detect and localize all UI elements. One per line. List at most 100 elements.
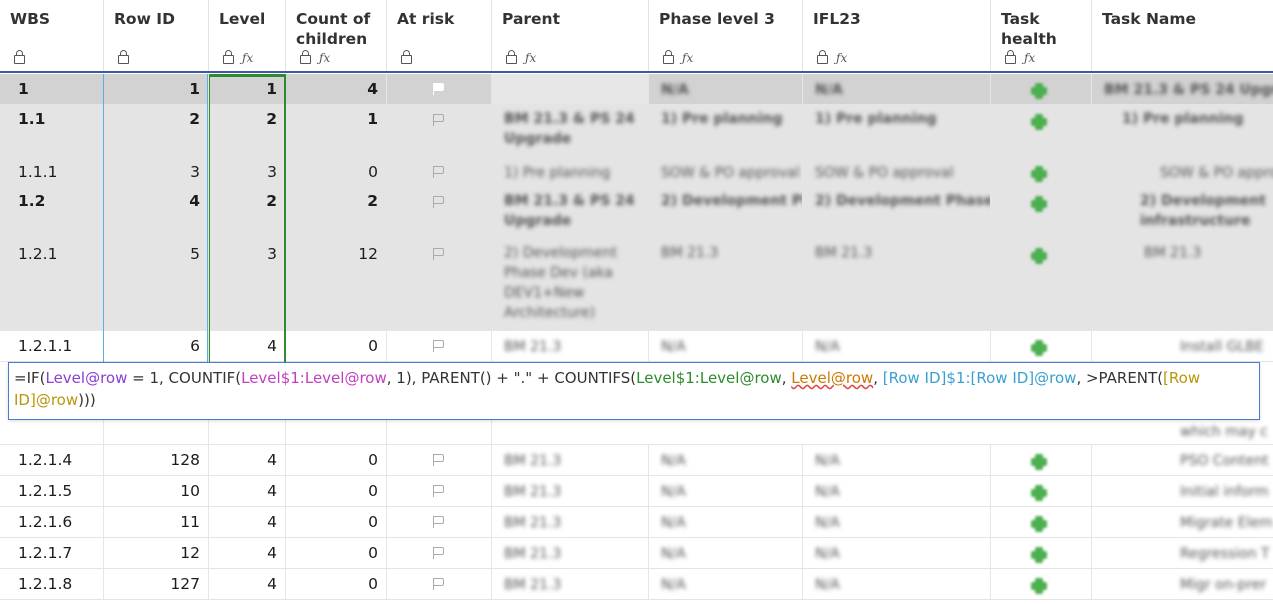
table-row[interactable]: 1.2.1.5 10 4 0 BM 21.3 N/A N/A Initial i… bbox=[0, 476, 1273, 507]
level-cell[interactable]: 1 bbox=[209, 74, 286, 104]
wbs-cell[interactable]: 1.1.1 bbox=[0, 157, 104, 186]
phase-cell[interactable]: 2) Development Phase bbox=[649, 187, 803, 238]
table-row[interactable]: 1.2.1.8 127 4 0 BM 21.3 N/A N/A Migr on-… bbox=[0, 569, 1273, 600]
table-row[interactable]: 1.2.1.6 11 4 0 BM 21.3 N/A N/A Migrate E… bbox=[0, 507, 1273, 538]
health-cell[interactable] bbox=[991, 157, 1092, 186]
table-row[interactable]: 1.2.1.7 12 4 0 BM 21.3 N/A N/A Regressio… bbox=[0, 538, 1273, 569]
flag-icon[interactable] bbox=[433, 547, 444, 559]
health-cell[interactable] bbox=[991, 187, 1092, 238]
table-row[interactable]: 1.2.1.1 6 4 0 BM 21.3 N/A N/A Install GL… bbox=[0, 331, 1273, 362]
at-risk-cell[interactable] bbox=[387, 331, 492, 361]
health-cell[interactable] bbox=[991, 569, 1092, 599]
level-cell[interactable]: 4 bbox=[209, 445, 286, 475]
health-cell[interactable] bbox=[991, 445, 1092, 475]
flag-icon[interactable] bbox=[433, 516, 444, 528]
children-cell[interactable]: 0 bbox=[286, 445, 387, 475]
phase-cell[interactable]: N/A bbox=[649, 445, 803, 475]
ifl-cell[interactable]: N/A bbox=[803, 569, 991, 599]
flag-icon[interactable] bbox=[433, 196, 444, 208]
health-cell[interactable] bbox=[991, 331, 1092, 361]
ifl-cell[interactable]: N/A bbox=[803, 331, 991, 361]
col-header-count-of-children[interactable]: Count of children ƒx bbox=[286, 0, 387, 71]
task-name-cell[interactable]: BM 21.3 & PS 24 Upgrade bbox=[1092, 74, 1273, 104]
flag-icon[interactable] bbox=[433, 485, 444, 497]
health-cell[interactable] bbox=[991, 476, 1092, 506]
parent-cell[interactable]: BM 21.3 bbox=[492, 569, 649, 599]
health-cell[interactable] bbox=[991, 507, 1092, 537]
table-row[interactable]: 1.2 4 2 2 BM 21.3 & PS 24 Upgrade 2) Dev… bbox=[0, 187, 1273, 239]
wbs-cell[interactable]: 1.2.1.8 bbox=[0, 569, 104, 599]
wbs-cell[interactable]: 1.2.1.4 bbox=[0, 445, 104, 475]
task-name-cell[interactable]: Regression T bbox=[1092, 538, 1273, 568]
children-cell[interactable]: 1 bbox=[286, 105, 387, 156]
health-cell[interactable] bbox=[991, 105, 1092, 156]
wbs-cell[interactable]: 1.2.1.6 bbox=[0, 507, 104, 537]
parent-cell[interactable] bbox=[492, 74, 649, 104]
row-id-cell[interactable]: 3 bbox=[104, 157, 209, 186]
parent-cell[interactable]: 1) Pre planning bbox=[492, 157, 649, 186]
at-risk-cell[interactable] bbox=[387, 157, 492, 186]
ifl-cell[interactable]: 1) Pre planning bbox=[803, 105, 991, 156]
phase-cell[interactable]: 1) Pre planning bbox=[649, 105, 803, 156]
health-cell[interactable] bbox=[991, 74, 1092, 104]
row-id-cell[interactable]: 1 bbox=[104, 74, 209, 104]
level-cell[interactable]: 4 bbox=[209, 476, 286, 506]
row-id-cell[interactable]: 2 bbox=[104, 105, 209, 156]
row-id-cell[interactable]: 11 bbox=[104, 507, 209, 537]
phase-cell[interactable]: N/A bbox=[649, 331, 803, 361]
col-header-row-id[interactable]: Row ID bbox=[104, 0, 209, 71]
flag-icon[interactable] bbox=[433, 340, 444, 352]
wbs-cell[interactable]: 1.1 bbox=[0, 105, 104, 156]
flag-icon[interactable] bbox=[433, 83, 444, 95]
row-id-cell[interactable]: 6 bbox=[104, 331, 209, 361]
table-row[interactable]: 1.2.1.4 128 4 0 BM 21.3 N/A N/A PSO Cont… bbox=[0, 445, 1273, 476]
level-cell[interactable]: 4 bbox=[209, 331, 286, 361]
children-cell[interactable]: 0 bbox=[286, 157, 387, 186]
col-header-ifl23[interactable]: IFL23 ƒx bbox=[803, 0, 991, 71]
task-name-cell[interactable]: PSO Content bbox=[1092, 445, 1273, 475]
level-cell[interactable]: 4 bbox=[209, 538, 286, 568]
wbs-cell[interactable]: 1.2.1.5 bbox=[0, 476, 104, 506]
flag-icon[interactable] bbox=[433, 578, 444, 590]
at-risk-cell[interactable] bbox=[387, 74, 492, 104]
ifl-cell[interactable]: BM 21.3 bbox=[803, 239, 991, 330]
table-row[interactable]: 1.1 2 2 1 BM 21.3 & PS 24 Upgrade 1) Pre… bbox=[0, 105, 1273, 157]
task-name-cell[interactable]: Initial inform bbox=[1092, 476, 1273, 506]
level-cell[interactable]: 2 bbox=[209, 187, 286, 238]
at-risk-cell[interactable] bbox=[387, 239, 492, 330]
col-header-at-risk[interactable]: At risk bbox=[387, 0, 492, 71]
at-risk-cell[interactable] bbox=[387, 187, 492, 238]
children-cell[interactable]: 4 bbox=[286, 74, 387, 104]
wbs-cell[interactable]: 1.2.1 bbox=[0, 239, 104, 330]
table-row[interactable]: 1 1 1 4 N/A N/A BM 21.3 & PS 24 Upgrade bbox=[0, 74, 1273, 105]
phase-cell[interactable]: BM 21.3 bbox=[649, 239, 803, 330]
children-cell[interactable]: 2 bbox=[286, 187, 387, 238]
parent-cell[interactable]: BM 21.3 bbox=[492, 538, 649, 568]
col-header-phase-level-3[interactable]: Phase level 3 ƒx bbox=[649, 0, 803, 71]
ifl-cell[interactable]: N/A bbox=[803, 74, 991, 104]
col-header-wbs[interactable]: WBS bbox=[0, 0, 104, 71]
row-id-cell[interactable]: 128 bbox=[104, 445, 209, 475]
ifl-cell[interactable]: N/A bbox=[803, 538, 991, 568]
parent-cell[interactable]: BM 21.3 bbox=[492, 476, 649, 506]
row-id-cell[interactable]: 127 bbox=[104, 569, 209, 599]
task-name-cell[interactable]: 2) Development infrastructure bbox=[1092, 187, 1273, 238]
table-row[interactable]: 1.2.1 5 3 12 2) Development Phase Dev (a… bbox=[0, 239, 1273, 331]
children-cell[interactable]: 0 bbox=[286, 507, 387, 537]
row-id-cell[interactable]: 4 bbox=[104, 187, 209, 238]
phase-cell[interactable]: N/A bbox=[649, 507, 803, 537]
health-cell[interactable] bbox=[991, 538, 1092, 568]
flag-icon[interactable] bbox=[433, 166, 444, 178]
children-cell[interactable]: 0 bbox=[286, 331, 387, 361]
col-header-level[interactable]: Level ƒx bbox=[209, 0, 286, 71]
at-risk-cell[interactable] bbox=[387, 476, 492, 506]
col-header-task-health[interactable]: Task health ƒx bbox=[991, 0, 1092, 71]
children-cell[interactable]: 0 bbox=[286, 569, 387, 599]
task-name-cell[interactable]: BM 21.3 bbox=[1092, 239, 1273, 330]
task-name-cell[interactable]: 1) Pre planning bbox=[1092, 105, 1273, 156]
ifl-cell[interactable]: N/A bbox=[803, 445, 991, 475]
children-cell[interactable]: 0 bbox=[286, 476, 387, 506]
wbs-cell[interactable]: 1.2 bbox=[0, 187, 104, 238]
wbs-cell[interactable]: 1.2.1.1 bbox=[0, 331, 104, 361]
parent-cell[interactable]: BM 21.3 bbox=[492, 331, 649, 361]
